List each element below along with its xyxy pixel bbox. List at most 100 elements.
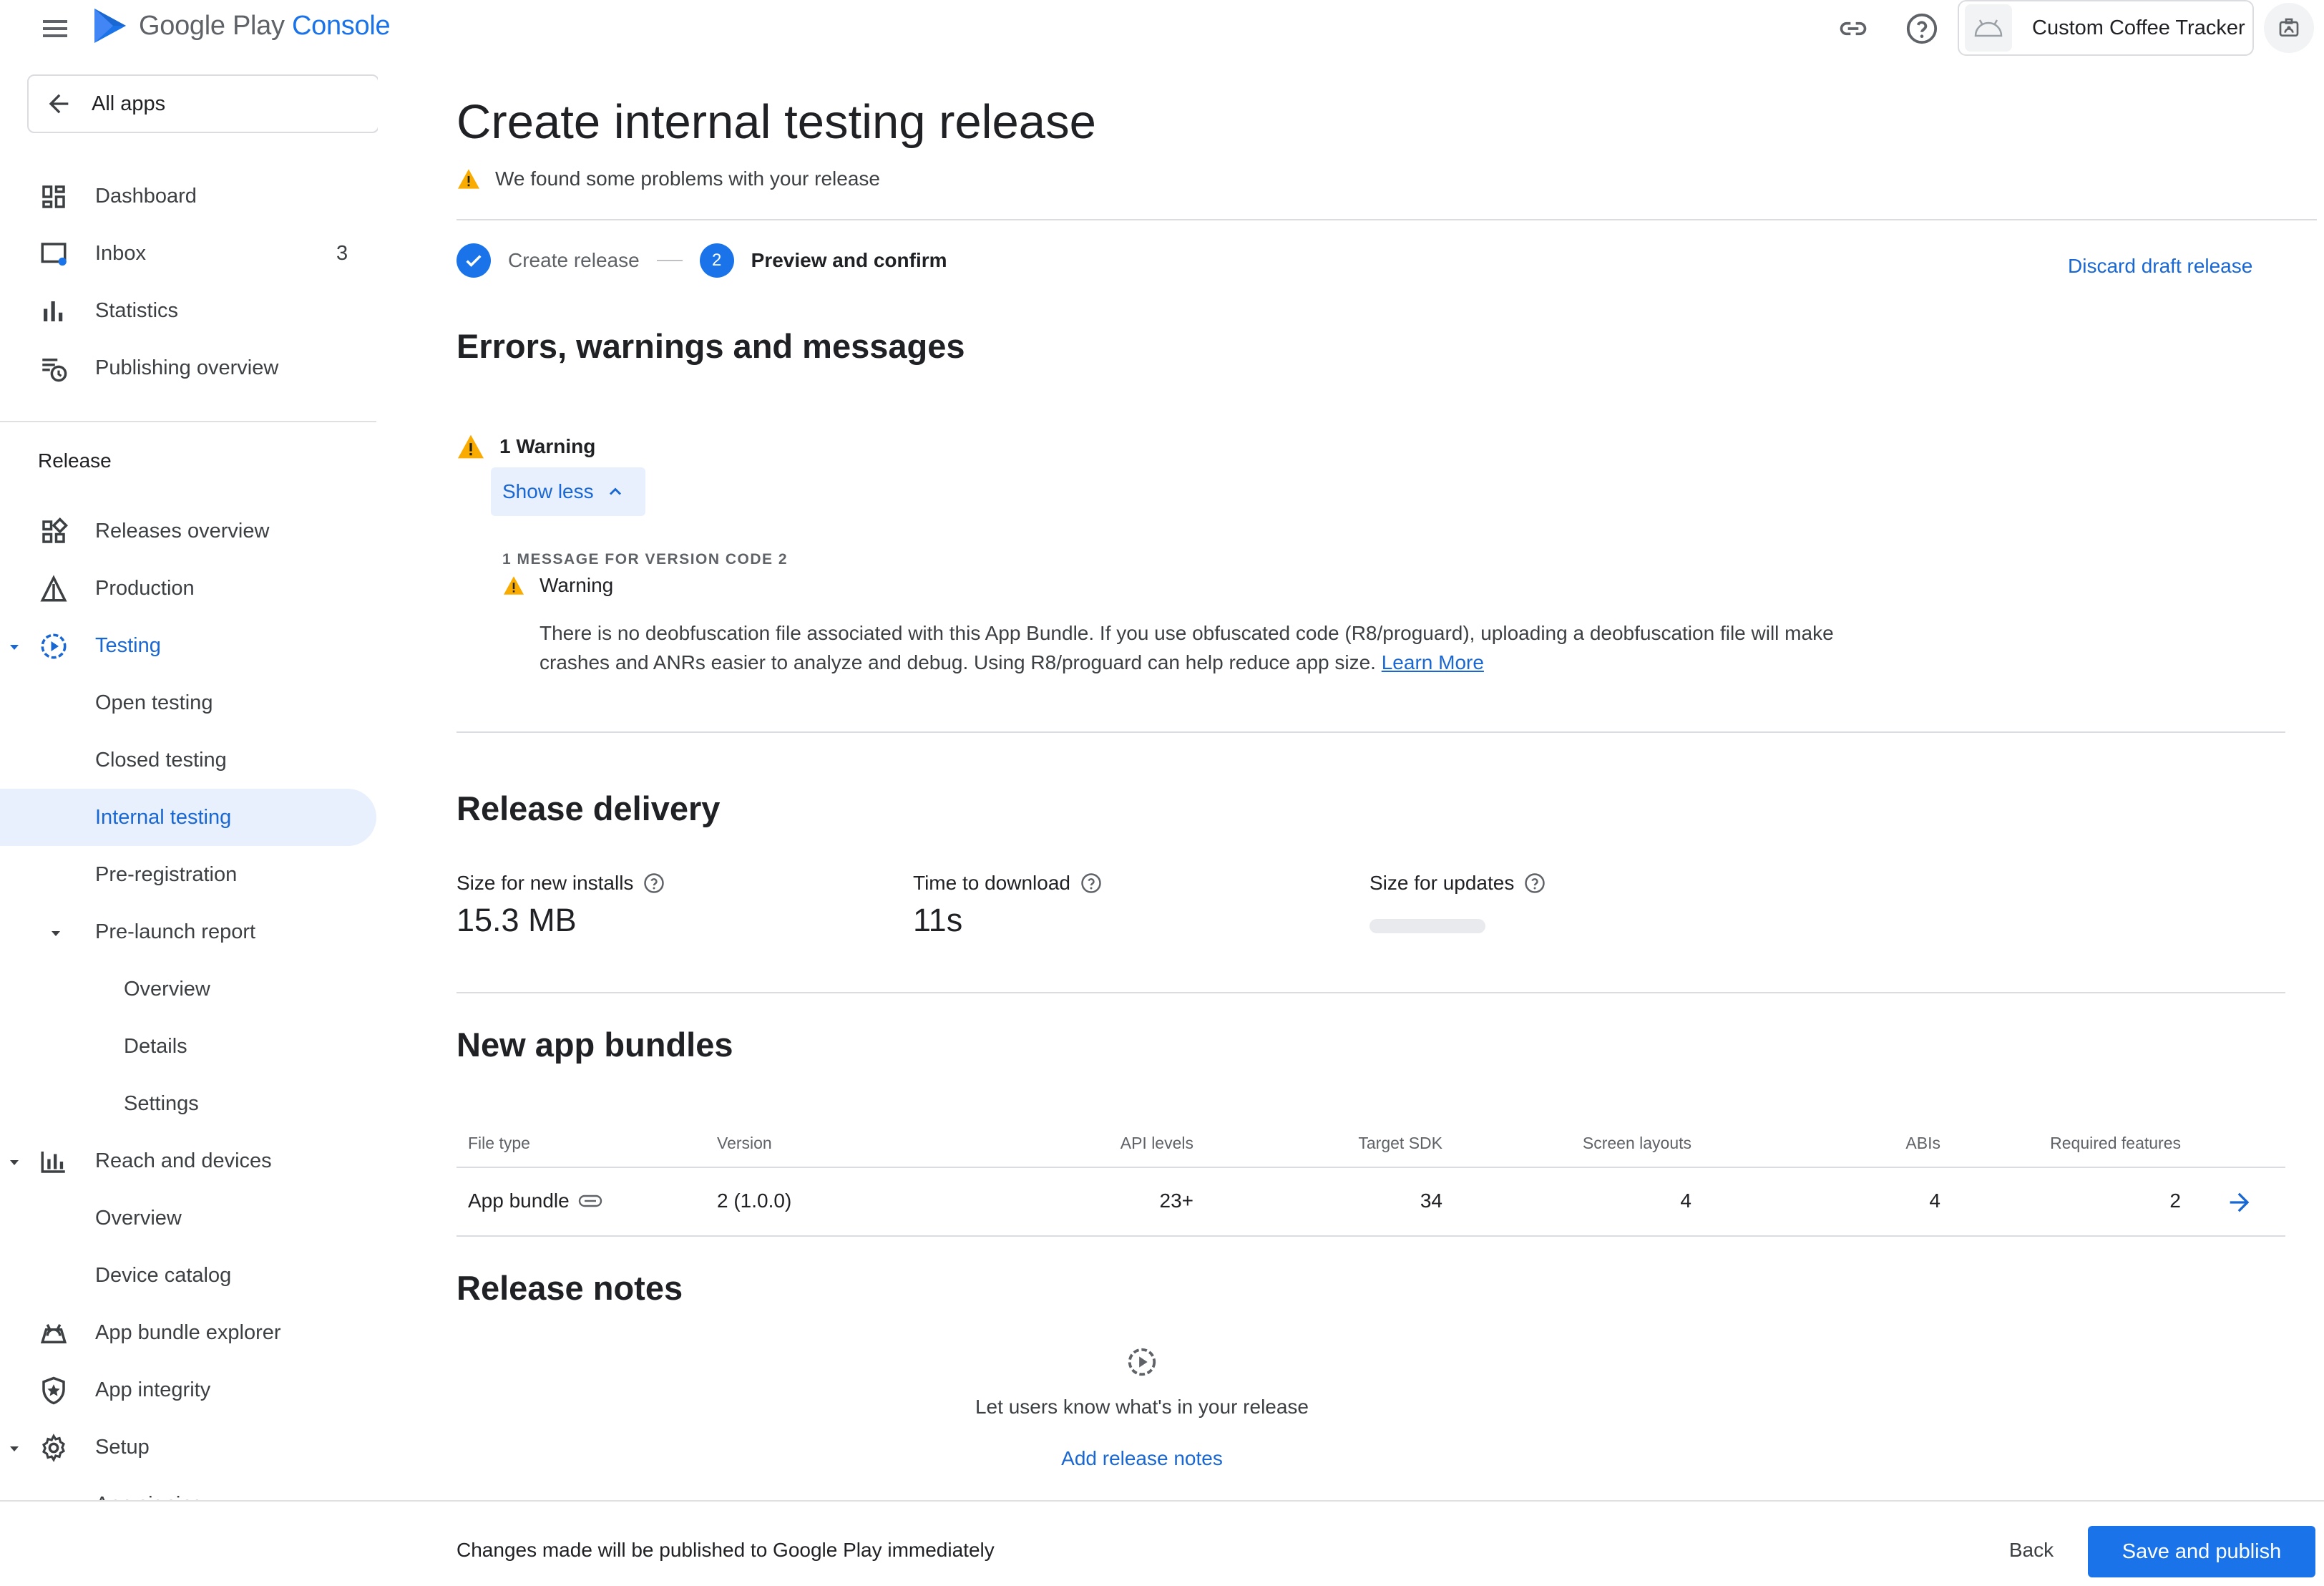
sidebar-item-testing[interactable]: Testing [0,617,378,674]
metric-label: Size for updates [1370,872,1515,894]
help-icon[interactable] [1524,872,1546,894]
footer-bar: Changes made will be published to Google… [0,1500,2324,1586]
sidebar-item-label: Production [95,577,195,600]
column-header: Target SDK [1358,1134,1442,1152]
top-bar: Google Play Console Custom Coffee Tracke… [0,0,2324,57]
sidebar-item-statistics[interactable]: Statistics [0,282,378,339]
table-header: File type Version API levels Target SDK … [456,1124,2285,1168]
sidebar-item-releases-overview[interactable]: Releases overview [0,502,378,560]
sidebar-item-dashboard[interactable]: Dashboard [0,167,378,225]
back-button[interactable]: Back [1985,1526,2078,1575]
menu-icon[interactable] [37,13,73,44]
step-connector [656,260,683,261]
footer-message: Changes made will be published to Google… [456,1539,995,1561]
warning-message-text: There is no deobfuscation file associate… [540,622,1834,673]
problem-notice: We found some problems with your release [456,167,880,190]
sidebar-item-prelaunch-overview[interactable]: Overview [0,960,378,1018]
release-notes-empty-text: Let users know what's in your release [975,1396,1309,1418]
sidebar-item-label: Open testing [95,691,213,714]
sidebar-item-publishing-overview[interactable]: Publishing overview [0,339,378,396]
help-icon[interactable] [1080,872,1102,894]
file-type-cell: App bundle [468,1190,602,1212]
sidebar-item-open-testing[interactable]: Open testing [0,674,378,731]
sidebar: All apps Dashboard Inbox 3 Statistics Pu… [0,57,378,1500]
sidebar-item-closed-testing[interactable]: Closed testing [0,731,378,789]
testing-icon [41,633,67,659]
version-cell: 2 (1.0.0) [717,1190,792,1212]
sidebar-item-inbox[interactable]: Inbox 3 [0,225,378,282]
sidebar-item-prelaunch-details[interactable]: Details [0,1018,378,1075]
step-complete-icon[interactable] [456,243,491,278]
sidebar-item-label: Pre-registration [95,863,238,886]
sidebar-item-device-catalog[interactable]: Device catalog [0,1247,378,1304]
release-notes-heading: Release notes [456,1269,683,1307]
sidebar-item-app-signing[interactable]: App signing [0,1476,378,1500]
save-and-publish-button[interactable]: Save and publish [2088,1526,2315,1577]
discard-draft-button[interactable]: Discard draft release [2068,255,2252,278]
sidebar-item-label: Closed testing [95,749,227,772]
sidebar-item-label: Dashboard [95,185,197,208]
sidebar-item-app-bundle-explorer[interactable]: App bundle explorer [0,1304,378,1361]
release-notes-empty [456,1346,1827,1378]
errors-heading: Errors, warnings and messages [456,327,965,365]
sidebar-item-internal-testing[interactable]: Internal testing [0,789,376,846]
help-icon[interactable] [1903,10,1940,47]
sidebar-item-label: Details [124,1035,187,1058]
sidebar-divider [0,421,376,422]
learn-more-link[interactable]: Learn More [1382,651,1484,673]
app-avatar-icon [1965,4,2012,52]
sidebar-item-label: Internal testing [95,806,232,829]
step-create-release[interactable]: Create release [508,249,640,272]
column-header: Version [717,1134,772,1152]
add-release-notes-label: Add release notes [1061,1447,1223,1469]
sidebar-item-pre-registration[interactable]: Pre-registration [0,846,378,903]
sidebar-item-reach-and-devices[interactable]: Reach and devices [0,1132,378,1190]
help-icon[interactable] [643,872,665,894]
all-apps-button[interactable]: All apps [27,74,378,133]
metric-time-to-download: Time to download 11s [913,872,1102,939]
column-header: Screen layouts [1582,1134,1691,1152]
sidebar-section-release: Release [38,449,112,472]
page-title: Create internal testing release [456,95,1096,149]
app-bundles-table: File type Version API levels Target SDK … [456,1124,2285,1237]
app-switcher[interactable]: Custom Coffee Tracker [1958,0,2254,56]
caret-down-icon [52,931,60,936]
link-icon[interactable] [1835,10,1872,47]
screen-layouts-cell: 4 [1680,1190,1691,1212]
sidebar-item-label: Pre-launch report [95,920,256,943]
column-header: API levels [1120,1134,1193,1152]
sidebar-item-label: Reach and devices [95,1149,272,1172]
table-row[interactable]: App bundle 2 (1.0.0) 23+ 34 4 4 2 [456,1168,2285,1237]
warning-count: 1 Warning [499,435,596,457]
warning-title: Warning [540,574,614,596]
required-features-cell: 2 [2169,1190,2181,1212]
file-type: App bundle [468,1190,570,1212]
gear-icon [42,1434,65,1462]
arrow-forward-icon[interactable] [2225,1188,2254,1217]
sidebar-item-label: Overview [95,1207,182,1230]
caret-down-icon [10,1160,19,1165]
sidebar-item-label: App integrity [95,1378,211,1401]
play-logo-icon [94,9,126,43]
play-console-logo[interactable]: Google Play Console [92,6,391,46]
add-release-notes-button[interactable]: Add release notes [456,1447,1827,1470]
sidebar-item-label: Device catalog [95,1264,232,1287]
problem-text: We found some problems with your release [495,167,880,190]
logo-text: Google Play Console [139,10,391,41]
sidebar-item-pre-launch-report[interactable]: Pre-launch report [0,903,378,960]
reach-devices-icon [41,1152,65,1173]
show-less-button[interactable]: Show less [491,467,645,516]
section-divider [456,731,2285,733]
arrow-back-icon [49,94,69,114]
dashboard-icon [42,185,65,208]
sidebar-item-reach-overview[interactable]: Overview [0,1190,378,1247]
warning-icon [504,576,524,595]
all-apps-label: All apps [92,92,166,115]
sidebar-item-setup[interactable]: Setup [0,1419,378,1476]
production-icon [40,575,67,602]
sidebar-item-production[interactable]: Production [0,560,378,617]
account-icon[interactable] [2264,3,2314,53]
sidebar-item-label: App bundle explorer [95,1321,281,1344]
sidebar-item-app-integrity[interactable]: App integrity [0,1361,378,1419]
sidebar-item-prelaunch-settings[interactable]: Settings [0,1075,378,1132]
